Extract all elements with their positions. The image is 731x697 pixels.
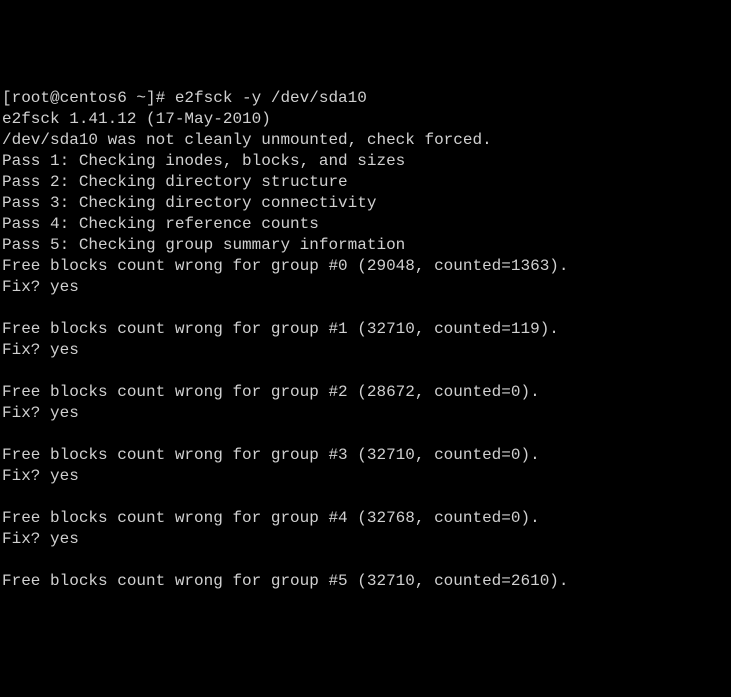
version-line: e2fsck 1.41.12 (17-May-2010) (2, 109, 729, 130)
fix-prompt-0: Fix? yes (2, 277, 729, 298)
error-msg-4: Free blocks count wrong for group #4 (32… (2, 508, 729, 529)
prompt-line[interactable]: [root@centos6 ~]# e2fsck -y /dev/sda10 (2, 88, 729, 109)
fix-prompt-3: Fix? yes (2, 466, 729, 487)
terminal-output: [root@centos6 ~]# e2fsck -y /dev/sda10e2… (2, 88, 729, 592)
blank-line (2, 298, 729, 319)
mount-status-line: /dev/sda10 was not cleanly unmounted, ch… (2, 130, 729, 151)
pass-line-3: Pass 3: Checking directory connectivity (2, 193, 729, 214)
pass-line-2: Pass 2: Checking directory structure (2, 172, 729, 193)
fix-prompt-4: Fix? yes (2, 529, 729, 550)
blank-line (2, 424, 729, 445)
blank-line (2, 361, 729, 382)
pass-line-4: Pass 4: Checking reference counts (2, 214, 729, 235)
error-msg-0: Free blocks count wrong for group #0 (29… (2, 256, 729, 277)
shell-prompt: [root@centos6 ~]# (2, 89, 175, 107)
error-msg-5: Free blocks count wrong for group #5 (32… (2, 571, 729, 592)
error-msg-2: Free blocks count wrong for group #2 (28… (2, 382, 729, 403)
blank-line (2, 487, 729, 508)
pass-line-1: Pass 1: Checking inodes, blocks, and siz… (2, 151, 729, 172)
fix-prompt-1: Fix? yes (2, 340, 729, 361)
blank-line (2, 550, 729, 571)
command-text: e2fsck -y /dev/sda10 (175, 89, 367, 107)
error-msg-1: Free blocks count wrong for group #1 (32… (2, 319, 729, 340)
pass-line-5: Pass 5: Checking group summary informati… (2, 235, 729, 256)
error-msg-3: Free blocks count wrong for group #3 (32… (2, 445, 729, 466)
fix-prompt-2: Fix? yes (2, 403, 729, 424)
